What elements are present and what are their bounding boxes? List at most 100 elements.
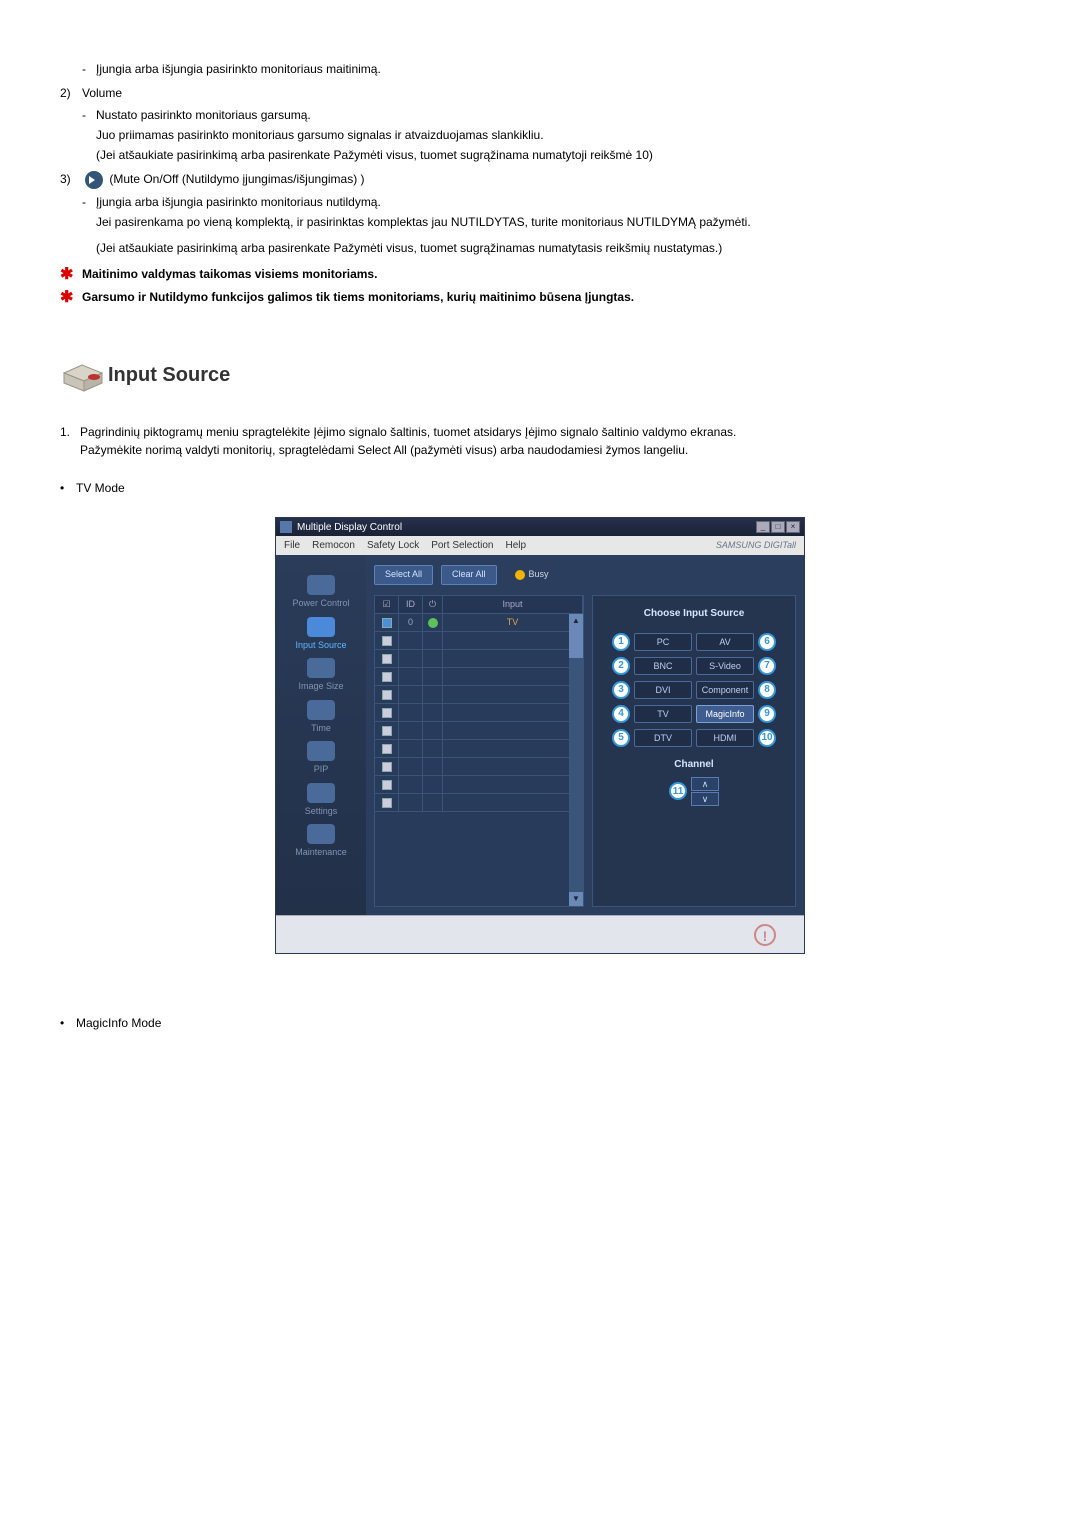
bullet-tv: • TV Mode xyxy=(60,479,1040,497)
source-magicinfo-button[interactable]: MagicInfo xyxy=(696,705,754,723)
clear-all-button[interactable]: Clear All xyxy=(441,565,497,585)
badge-5: 5 xyxy=(612,729,630,747)
menu-help[interactable]: Help xyxy=(505,538,526,553)
item2-num: 2) xyxy=(60,84,82,102)
table-row[interactable] xyxy=(375,776,583,794)
item2-line3: (Jei atšaukiate pasirinkimą arba pasiren… xyxy=(96,146,1040,164)
panel-title: Choose Input Source xyxy=(644,606,745,621)
star-icon: ✱ xyxy=(60,265,82,284)
menubar: File Remocon Safety Lock Port Selection … xyxy=(276,536,804,555)
source-svideo-button[interactable]: S-Video xyxy=(696,657,754,675)
table-row[interactable] xyxy=(375,650,583,668)
item3-label: (Mute On/Off (Nutildymo įjungimas/išjung… xyxy=(109,172,364,186)
menu-port[interactable]: Port Selection xyxy=(431,538,493,553)
main-area: Select All Clear All Busy ☑ ID ⏻ Input xyxy=(366,555,804,915)
row-checkbox[interactable] xyxy=(382,636,392,646)
row-checkbox[interactable] xyxy=(382,762,392,772)
busy-indicator: Busy xyxy=(515,568,549,582)
sidebar-item-image[interactable]: Image Size xyxy=(298,658,343,694)
sidebar-item-pip[interactable]: PIP xyxy=(307,741,335,777)
sidebar-label-time: Time xyxy=(311,722,331,736)
badge-6: 6 xyxy=(758,633,776,651)
app-body: Power Control Input Source Image Size Ti… xyxy=(276,555,804,915)
source-component-button[interactable]: Component xyxy=(696,681,754,699)
menu-safety[interactable]: Safety Lock xyxy=(367,538,419,553)
sidebar-item-time[interactable]: Time xyxy=(307,700,335,736)
scroll-down-icon[interactable]: ▼ xyxy=(569,892,583,906)
close-button[interactable]: × xyxy=(786,521,800,533)
badge-4: 4 xyxy=(612,705,630,723)
sidebar-label-power: Power Control xyxy=(292,597,349,611)
bullet-icon: • xyxy=(60,479,76,497)
scrollbar[interactable]: ▲ ▼ xyxy=(569,614,583,906)
source-dvi-button[interactable]: DVI xyxy=(634,681,692,699)
th-checkbox[interactable]: ☑ xyxy=(375,596,399,614)
table-row[interactable] xyxy=(375,686,583,704)
star1-text: Maitinimo valdymas taikomas visiems moni… xyxy=(82,265,1040,284)
power-icon xyxy=(307,575,335,595)
row-checkbox[interactable] xyxy=(382,654,392,664)
badge-8: 8 xyxy=(758,681,776,699)
item3-body: (Mute On/Off (Nutildymo įjungimas/išjung… xyxy=(82,170,1040,189)
toolbar: Select All Clear All Busy xyxy=(366,555,804,591)
source-dtv-button[interactable]: DTV xyxy=(634,729,692,747)
table-row[interactable] xyxy=(375,740,583,758)
dash: - xyxy=(82,193,96,211)
table-header: ☑ ID ⏻ Input xyxy=(374,595,584,615)
menu-file[interactable]: File xyxy=(284,538,300,553)
item2-label: Volume xyxy=(82,84,1040,102)
source-tv-button[interactable]: TV xyxy=(634,705,692,723)
table-row[interactable] xyxy=(375,668,583,686)
table-row[interactable] xyxy=(375,794,583,812)
scrollbar-thumb[interactable] xyxy=(569,628,583,658)
table-row[interactable]: 0 TV xyxy=(375,614,583,632)
channel-down-button[interactable]: ∨ xyxy=(691,792,719,806)
step-1: 1. Pagrindinių piktogramų meniu spragtel… xyxy=(60,423,1040,459)
sidebar-item-settings[interactable]: Settings xyxy=(305,783,338,819)
item3-num: 3) xyxy=(60,170,82,188)
dash: - xyxy=(82,60,96,78)
warning-icon: ! xyxy=(754,924,776,946)
item3-dash1: Įjungia arba išjungia pasirinkto monitor… xyxy=(96,193,1040,211)
source-pc-button[interactable]: PC xyxy=(634,633,692,651)
row-checkbox[interactable] xyxy=(382,618,392,628)
row-checkbox[interactable] xyxy=(382,798,392,808)
row-checkbox[interactable] xyxy=(382,690,392,700)
step1-num: 1. xyxy=(60,423,80,459)
row-checkbox[interactable] xyxy=(382,726,392,736)
bullet1-text: TV Mode xyxy=(76,479,125,497)
box-icon xyxy=(60,357,108,393)
time-icon xyxy=(307,700,335,720)
sidebar-item-maintenance[interactable]: Maintenance xyxy=(295,824,347,860)
table-row[interactable] xyxy=(375,722,583,740)
select-all-button[interactable]: Select All xyxy=(374,565,433,585)
scroll-up-icon[interactable]: ▲ xyxy=(569,614,583,628)
step1-text2: Pažymėkite norimą valdyti monitorių, spr… xyxy=(80,443,688,457)
row-checkbox[interactable] xyxy=(382,672,392,682)
input-source-panel: Choose Input Source 1 PC AV 6 2 BNC S-Vi… xyxy=(592,595,796,908)
brand-label: SAMSUNG DIGITall xyxy=(716,539,796,553)
source-hdmi-button[interactable]: HDMI xyxy=(696,729,754,747)
sidebar-label-settings: Settings xyxy=(305,805,338,819)
th-power: ⏻ xyxy=(423,596,443,614)
minimize-button[interactable]: _ xyxy=(756,521,770,533)
sidebar-item-power[interactable]: Power Control xyxy=(292,575,349,611)
row-checkbox[interactable] xyxy=(382,708,392,718)
source-av-button[interactable]: AV xyxy=(696,633,754,651)
section-header: Input Source xyxy=(60,357,1040,393)
section-title: Input Source xyxy=(108,360,230,390)
row-checkbox[interactable] xyxy=(382,780,392,790)
table-row[interactable] xyxy=(375,758,583,776)
table-row[interactable] xyxy=(375,632,583,650)
input-icon xyxy=(307,617,335,637)
row-checkbox[interactable] xyxy=(382,744,392,754)
sidebar-item-input[interactable]: Input Source xyxy=(295,617,346,653)
menu-remocon[interactable]: Remocon xyxy=(312,538,355,553)
pip-icon xyxy=(307,741,335,761)
channel-up-button[interactable]: ∧ xyxy=(691,777,719,791)
table-row[interactable] xyxy=(375,704,583,722)
maximize-button[interactable]: □ xyxy=(771,521,785,533)
source-bnc-button[interactable]: BNC xyxy=(634,657,692,675)
mute-icon xyxy=(85,171,103,189)
sidebar-label-input: Input Source xyxy=(295,639,346,653)
